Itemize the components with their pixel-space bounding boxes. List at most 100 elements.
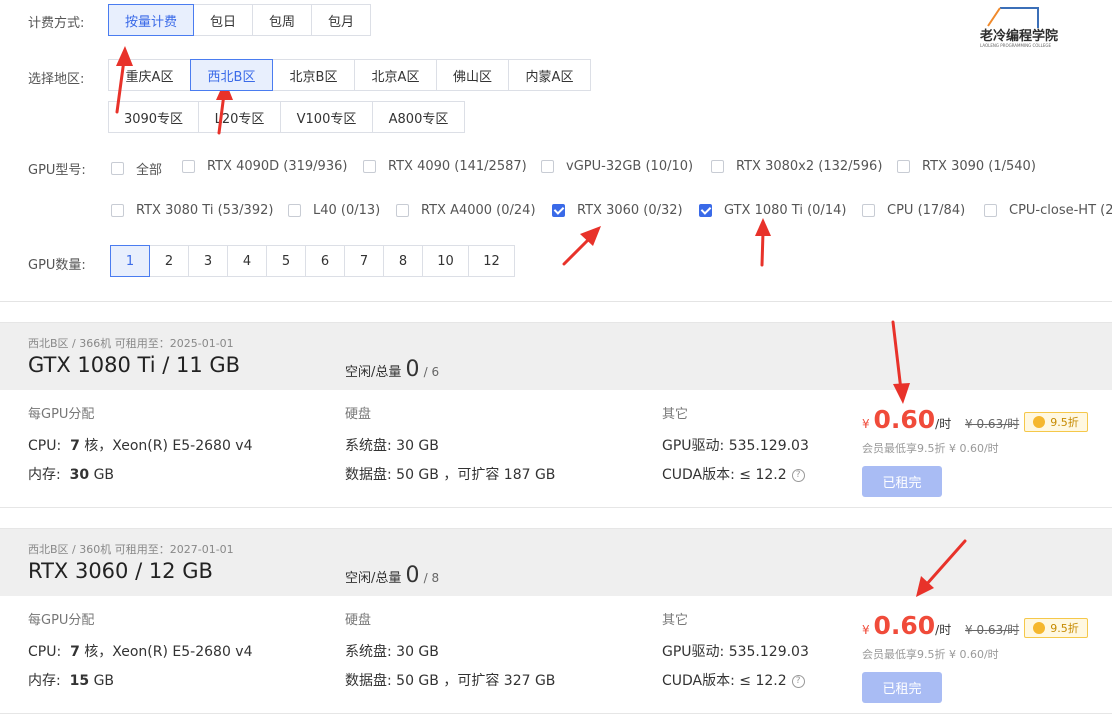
cpu-spec: CPU: 7 核，Xeon(R) E5-2680 v4 <box>28 435 253 455</box>
checkbox-icon[interactable] <box>182 160 195 173</box>
logo-text: 老冷编程学院 <box>979 28 1058 44</box>
per-gpu-heading: 每GPU分配 <box>28 613 95 628</box>
rented-out-button[interactable]: 已租完 <box>862 466 942 497</box>
gpu-check-rtx3090[interactable]: RTX 3090 (1/540) <box>897 159 1036 174</box>
original-price: ¥ 0.63/时 <box>965 417 1020 431</box>
gpu-check-vgpu32[interactable]: vGPU-32GB (10/10) <box>541 159 693 174</box>
checkbox-label: RTX 3060 (0/32) <box>577 203 683 218</box>
billing-option-monthly[interactable]: 包月 <box>311 4 371 36</box>
region-option-v100[interactable]: V100专区 <box>280 101 373 133</box>
gpu-count-12[interactable]: 12 <box>468 245 515 277</box>
billing-label: 计费方式: <box>28 16 85 31</box>
billing-option-weekly[interactable]: 包周 <box>252 4 312 36</box>
rented-out-button[interactable]: 已租完 <box>862 672 942 703</box>
gpu-model-label: GPU型号: <box>28 163 86 178</box>
gpu-count-6[interactable]: 6 <box>305 245 345 277</box>
gpu-check-rtx4090[interactable]: RTX 4090 (141/2587) <box>363 159 527 174</box>
other-heading: 其它 <box>662 407 689 422</box>
gpu-check-rtxa4000[interactable]: RTX A4000 (0/24) <box>396 203 536 218</box>
region-option-northwest-b[interactable]: 西北B区 <box>190 59 273 91</box>
region-option-beijing-a[interactable]: 北京A区 <box>354 59 437 91</box>
checkbox-label: RTX 4090 (141/2587) <box>388 159 527 174</box>
region-option-beijing-b[interactable]: 北京B区 <box>272 59 355 91</box>
region-option-l20[interactable]: L20专区 <box>198 101 281 133</box>
region-options-row1: 重庆A区 西北B区 北京B区 北京A区 佛山区 内蒙A区 <box>108 59 591 91</box>
checkbox-label: RTX 3090 (1/540) <box>922 159 1036 174</box>
memory-label: 内存: <box>28 673 61 689</box>
availability-total: / 6 <box>423 365 440 379</box>
checkbox-label: CPU-close-HT (2 <box>1009 203 1112 218</box>
billing-options: 按量计费 包日 包周 包月 <box>108 4 371 36</box>
logo-subtext: LAOLENG PROGRAMMING COLLEGE <box>980 43 1052 48</box>
arrow-annotation-icon <box>755 218 771 267</box>
gpu-check-rtx3060[interactable]: RTX 3060 (0/32) <box>552 203 683 218</box>
checkbox-checked-icon[interactable] <box>699 204 712 217</box>
gpu-count-8[interactable]: 8 <box>383 245 423 277</box>
memory-spec: 内存: 30 GB <box>28 464 114 484</box>
gpu-count-options: 1 2 3 4 5 6 7 8 10 12 <box>110 245 515 277</box>
gpu-check-rtx3080x2[interactable]: RTX 3080x2 (132/596) <box>711 159 882 174</box>
checkbox-label: CPU (17/84) <box>887 203 966 218</box>
gpu-check-all[interactable]: 全部 <box>111 159 162 178</box>
gpu-count-2[interactable]: 2 <box>149 245 189 277</box>
memory-unit: GB <box>93 467 115 483</box>
cpu-model: 核，Xeon(R) E5-2680 v4 <box>84 644 253 660</box>
region-option-3090[interactable]: 3090专区 <box>108 101 199 133</box>
checkbox-label: RTX 3080x2 (132/596) <box>736 159 883 174</box>
discount-badge: 9.5折 <box>1024 412 1088 432</box>
gpu-check-l40[interactable]: L40 (0/13) <box>288 203 380 218</box>
system-disk: 系统盘: 30 GB <box>345 644 439 660</box>
gpu-count-10[interactable]: 10 <box>422 245 469 277</box>
checkbox-icon[interactable] <box>984 204 997 217</box>
region-option-chongqing-a[interactable]: 重庆A区 <box>108 59 191 91</box>
gpu-check-cpu[interactable]: CPU (17/84) <box>862 203 965 218</box>
checkbox-icon[interactable] <box>396 204 409 217</box>
gpu-check-gtx1080ti[interactable]: GTX 1080 Ti (0/14) <box>699 203 846 218</box>
checkbox-icon[interactable] <box>111 162 124 175</box>
per-gpu-heading: 每GPU分配 <box>28 407 95 422</box>
gpu-count-1[interactable]: 1 <box>110 245 150 277</box>
arrow-annotation-icon <box>562 226 601 266</box>
region-option-foshan[interactable]: 佛山区 <box>436 59 509 91</box>
gpu-check-cpu-close-ht[interactable]: CPU-close-HT (2 <box>984 203 1112 218</box>
cuda-version: CUDA版本: ≤ 12.2? <box>662 464 805 484</box>
gpu-count-5[interactable]: 5 <box>266 245 306 277</box>
checkbox-icon[interactable] <box>711 160 724 173</box>
original-price: ¥ 0.63/时 <box>965 623 1020 637</box>
billing-option-pay-as-you-go[interactable]: 按量计费 <box>108 4 194 36</box>
member-price-note: 会员最低享9.5折 ¥ 0.60/时 <box>862 442 999 455</box>
checkbox-icon[interactable] <box>288 204 301 217</box>
help-icon[interactable]: ? <box>791 674 805 688</box>
filter-divider <box>0 301 1112 302</box>
checkbox-label: vGPU-32GB (10/10) <box>566 159 694 174</box>
memory-label: 内存: <box>28 467 61 483</box>
availability-label: 空闲/总量 <box>345 571 402 586</box>
gpu-check-rtx4090d[interactable]: RTX 4090D (319/936) <box>182 159 347 174</box>
billing-option-daily[interactable]: 包日 <box>193 4 253 36</box>
checkbox-checked-icon[interactable] <box>552 204 565 217</box>
price-value: 0.60 <box>873 405 936 434</box>
checkbox-icon[interactable] <box>897 160 910 173</box>
gpu-check-rtx3080ti[interactable]: RTX 3080 Ti (53/392) <box>111 203 273 218</box>
machine-card-header: 西北B区 / 366机 可租用至：2025-01-01 GTX 1080 Ti … <box>0 323 1112 390</box>
cuda-version: CUDA版本: ≤ 12.2? <box>662 670 805 690</box>
price-unit: /时 <box>935 417 952 431</box>
machine-meta: 西北B区 / 360机 可租用至：2027-01-01 <box>28 543 234 556</box>
machine-availability: 空闲/总量 0 / 8 <box>345 563 439 588</box>
checkbox-icon[interactable] <box>111 204 124 217</box>
memory-spec: 内存: 15 GB <box>28 670 114 690</box>
checkbox-icon[interactable] <box>541 160 554 173</box>
checkbox-icon[interactable] <box>862 204 875 217</box>
region-option-neimeng-a[interactable]: 内蒙A区 <box>508 59 591 91</box>
memory-unit: GB <box>93 673 115 689</box>
checkbox-icon[interactable] <box>363 160 376 173</box>
gpu-count-7[interactable]: 7 <box>344 245 384 277</box>
cuda-text: CUDA版本: ≤ 12.2 <box>662 673 787 689</box>
gpu-count-3[interactable]: 3 <box>188 245 228 277</box>
gpu-count-4[interactable]: 4 <box>227 245 267 277</box>
coin-icon <box>1033 416 1046 428</box>
gpu-driver: GPU驱动: 535.129.03 <box>662 644 809 660</box>
region-options-row2: 3090专区 L20专区 V100专区 A800专区 <box>108 101 465 133</box>
help-icon[interactable]: ? <box>791 468 805 482</box>
region-option-a800[interactable]: A800专区 <box>372 101 465 133</box>
